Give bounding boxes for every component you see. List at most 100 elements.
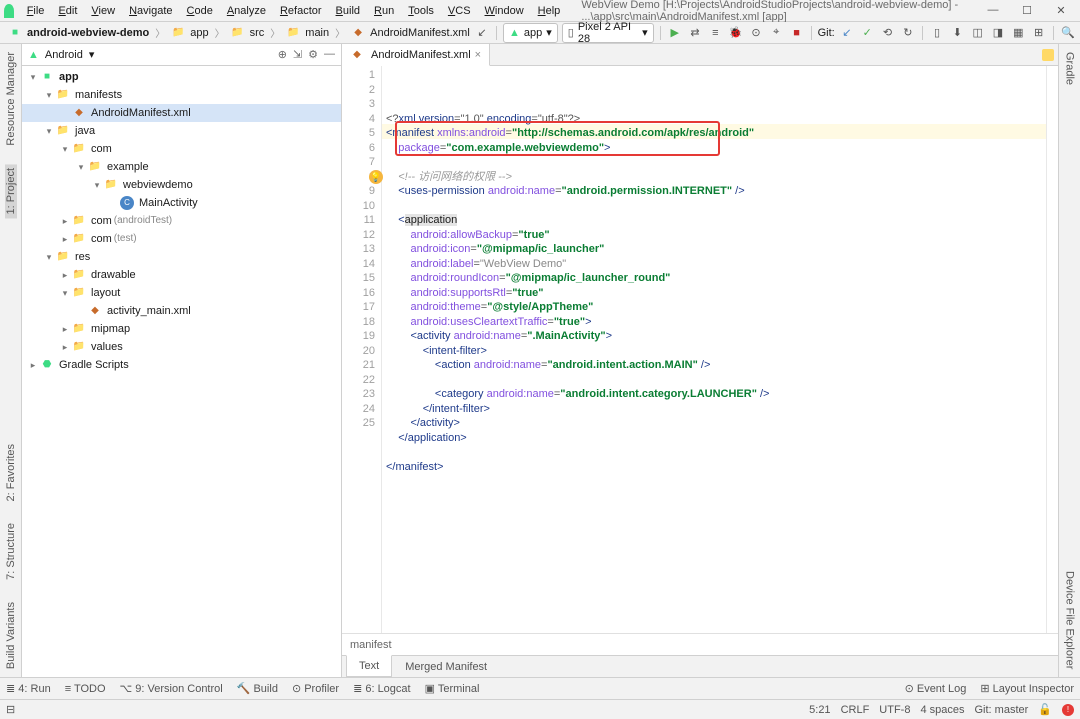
line-separator[interactable]: CRLF (841, 704, 870, 716)
warning-bulb-icon[interactable]: 💡 (369, 170, 383, 184)
run-button[interactable]: ▶ (667, 24, 683, 42)
tree-node[interactable]: ▸📁values (22, 338, 341, 356)
tool-gradle[interactable]: Gradle (1064, 48, 1076, 89)
breadcrumb-item[interactable]: 📁src (227, 26, 269, 40)
hide-panel-icon[interactable]: — (324, 48, 335, 61)
debug-button[interactable]: 🐞 (727, 24, 743, 42)
tool-resource-manager[interactable]: Resource Manager (5, 48, 17, 150)
menu-code[interactable]: Code (180, 3, 220, 19)
menu-file[interactable]: File (20, 3, 52, 19)
inspection-indicator-icon[interactable] (1042, 49, 1054, 61)
sdk-manager-button[interactable]: ⬇ (949, 24, 965, 42)
git-revert-button[interactable]: ↻ (900, 24, 916, 42)
close-icon[interactable]: × (475, 49, 481, 61)
search-everywhere-button[interactable]: 🔍 (1060, 24, 1076, 42)
editor-bottom-tab[interactable]: Text (346, 655, 392, 677)
lock-icon[interactable]: 🔓 (1038, 703, 1052, 716)
minimize-button[interactable]: — (986, 4, 1000, 17)
editor-bottom-tab[interactable]: Merged Manifest (392, 656, 500, 678)
tool-structure[interactable]: 7: Structure (5, 519, 17, 584)
tree-node[interactable]: ▾📁java (22, 122, 341, 140)
run-config-selector[interactable]: ▲ app ▾ (503, 23, 558, 43)
editor-body[interactable]: 1234567891011121314151617181920212223242… (342, 66, 1058, 633)
bottom-tool[interactable]: ≡ TODO (65, 682, 106, 695)
tool-device-file-explorer[interactable]: Device File Explorer (1064, 567, 1076, 673)
tree-node[interactable]: ▾📁example (22, 158, 341, 176)
tree-node[interactable]: CMainActivity (22, 194, 341, 212)
breadcrumb-item[interactable]: 📁main (282, 26, 333, 40)
tree-node[interactable]: ▸📁com (test) (22, 230, 341, 248)
git-branch[interactable]: Git: master (975, 704, 1029, 716)
menu-window[interactable]: Window (478, 3, 531, 19)
tree-node[interactable]: ▾■app (22, 68, 341, 86)
bottom-tool[interactable]: ⊞ Layout Inspector (980, 682, 1074, 695)
avd-manager-button[interactable]: ▯ (929, 24, 945, 42)
bottom-tool[interactable]: ▣ Terminal (425, 682, 480, 695)
tree-node[interactable]: ▾📁manifests (22, 86, 341, 104)
line-gutter[interactable]: 1234567891011121314151617181920212223242… (342, 66, 382, 633)
error-indicator-icon[interactable]: ! (1062, 704, 1074, 716)
tree-node[interactable]: ▸📁com (androidTest) (22, 212, 341, 230)
tree-node[interactable]: ▾📁webviewdemo (22, 176, 341, 194)
menu-help[interactable]: Help (531, 3, 568, 19)
bottom-tool[interactable]: ⊙ Event Log (905, 682, 967, 695)
tree-node[interactable]: ▾📁com (22, 140, 341, 158)
tool-build-variants[interactable]: Build Variants (5, 598, 17, 673)
breadcrumb-item[interactable]: ◆AndroidManifest.xml (347, 26, 474, 40)
tree-node[interactable]: ▾📁res (22, 248, 341, 266)
apply-code-button[interactable]: ≡ (707, 24, 723, 42)
bottom-tool[interactable]: 🔨 Build (237, 682, 278, 695)
menu-edit[interactable]: Edit (51, 3, 84, 19)
project-view-selector[interactable]: Android (45, 49, 83, 61)
tree-node[interactable]: ▸📁mipmap (22, 320, 341, 338)
indent-setting[interactable]: 4 spaces (920, 704, 964, 716)
menu-refactor[interactable]: Refactor (273, 3, 329, 19)
git-history-button[interactable]: ⟲ (879, 24, 895, 42)
bottom-tool[interactable]: ⌥ 9: Version Control (120, 682, 223, 695)
tree-node[interactable]: ▸⬣Gradle Scripts (22, 356, 341, 374)
profile-button[interactable]: ⊙ (748, 24, 764, 42)
tree-node[interactable]: ▾📁layout (22, 284, 341, 302)
close-button[interactable]: ✕ (1054, 4, 1068, 17)
editor-tab[interactable]: ◆ AndroidManifest.xml × (342, 44, 490, 66)
gear-icon[interactable]: ⚙ (308, 48, 318, 61)
toolbar-button[interactable]: ◫ (970, 24, 986, 42)
sync-icon[interactable]: ↙ (474, 24, 490, 42)
device-selector[interactable]: ▯ Pixel 2 API 28 ▾ (562, 23, 654, 43)
attach-debugger-button[interactable]: ⌖ (768, 24, 784, 42)
breadcrumb-item[interactable]: 📁app (167, 26, 212, 40)
bottom-tool[interactable]: ⊙ Profiler (292, 682, 339, 695)
tree-node[interactable]: ▸📁drawable (22, 266, 341, 284)
git-update-button[interactable]: ↙ (839, 24, 855, 42)
toolbar-button[interactable]: ⊞ (1030, 24, 1046, 42)
menu-view[interactable]: View (84, 3, 122, 19)
file-encoding[interactable]: UTF-8 (879, 704, 910, 716)
editor-breadcrumb[interactable]: manifest (342, 633, 1058, 655)
bottom-tool[interactable]: ≣ 4: Run (6, 682, 51, 695)
menu-build[interactable]: Build (329, 3, 367, 19)
toolbar-button[interactable]: ▦ (1010, 24, 1026, 42)
menu-run[interactable]: Run (367, 3, 401, 19)
caret-position[interactable]: 5:21 (809, 704, 830, 716)
tree-node[interactable]: ◆AndroidManifest.xml (22, 104, 341, 122)
apply-changes-button[interactable]: ⇄ (687, 24, 703, 42)
tree-node[interactable]: ◆activity_main.xml (22, 302, 341, 320)
status-message-icon[interactable]: ⊟ (6, 703, 15, 716)
tool-favorites[interactable]: 2: Favorites (5, 440, 17, 505)
menu-analyze[interactable]: Analyze (220, 3, 273, 19)
code-area[interactable]: <?xml version="1.0" encoding="utf-8"?><m… (382, 66, 1046, 633)
breadcrumb-item[interactable]: ■android-webview-demo (4, 26, 153, 40)
menu-vcs[interactable]: VCS (441, 3, 478, 19)
stop-button[interactable]: ■ (788, 24, 804, 42)
menu-tools[interactable]: Tools (401, 3, 441, 19)
menu-navigate[interactable]: Navigate (122, 3, 179, 19)
toolbar-button[interactable]: ◨ (990, 24, 1006, 42)
scroll-from-source-icon[interactable]: ⊕ (278, 48, 287, 61)
project-tree[interactable]: ▾■app▾📁manifests◆AndroidManifest.xml▾📁ja… (22, 66, 341, 677)
collapse-all-icon[interactable]: ⇲ (293, 48, 302, 61)
error-stripe[interactable] (1046, 66, 1058, 633)
bottom-tool[interactable]: ≣ 6: Logcat (353, 682, 411, 695)
git-commit-button[interactable]: ✓ (859, 24, 875, 42)
maximize-button[interactable]: ☐ (1020, 4, 1034, 17)
tool-project[interactable]: 1: Project (5, 164, 17, 218)
